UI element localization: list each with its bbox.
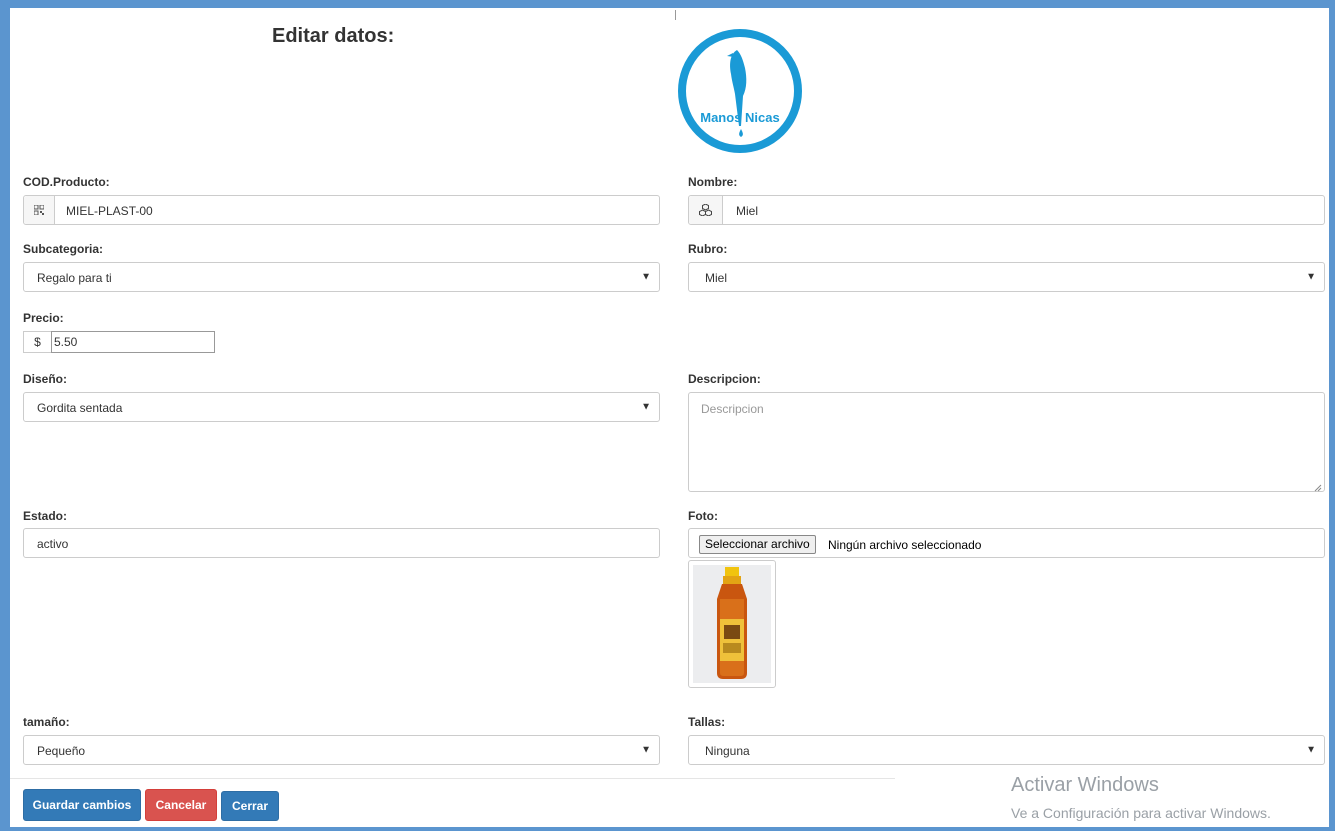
precio-label: Precio: — [23, 311, 64, 325]
precio-value: 5.50 — [54, 335, 78, 349]
cancel-button[interactable]: Cancelar — [145, 789, 217, 821]
chevron-down-icon: ▼ — [1306, 271, 1316, 283]
chevron-down-icon: ▼ — [641, 744, 651, 756]
descripcion-placeholder: Descripcion — [701, 402, 764, 416]
save-button[interactable]: Guardar cambios — [23, 789, 141, 821]
file-status: Ningún archivo seleccionado — [828, 538, 982, 552]
foto-label: Foto: — [688, 509, 718, 523]
divider-tick — [675, 10, 676, 20]
cod-label: COD.Producto: — [23, 175, 110, 189]
modal-title: Editar datos: — [272, 25, 395, 47]
tallas-value: Ninguna — [705, 744, 750, 758]
chevron-down-icon: ▼ — [1306, 744, 1316, 756]
nombre-label: Nombre: — [688, 175, 738, 189]
precio-input[interactable]: 5.50 — [51, 331, 215, 353]
nombre-value: Miel — [736, 204, 759, 218]
cod-input[interactable]: MIEL-PLAST-00 — [23, 195, 660, 225]
rubro-select[interactable]: Miel ▼ — [688, 262, 1325, 292]
estado-value: activo — [37, 537, 69, 551]
qrcode-icon — [24, 196, 55, 224]
tamano-value: Pequeño — [37, 744, 86, 758]
foto-file-input: Seleccionar archivo Ningún archivo selec… — [688, 528, 1325, 558]
chevron-down-icon: ▼ — [641, 401, 651, 413]
product-photo — [688, 560, 776, 688]
chevron-down-icon: ▼ — [641, 271, 651, 283]
diseno-value: Gordita sentada — [37, 401, 123, 415]
diseno-label: Diseño: — [23, 372, 68, 386]
diseno-select[interactable]: Gordita sentada ▼ — [23, 392, 660, 422]
subcategoria-select[interactable]: Regalo para ti ▼ — [23, 262, 660, 292]
logo-text: Manos Nicas — [700, 110, 780, 125]
cubes-icon — [689, 196, 723, 224]
tamano-label: tamaño: — [23, 715, 70, 729]
photo-background — [693, 565, 771, 683]
cod-value: MIEL-PLAST-00 — [66, 204, 153, 218]
activate-windows-subtitle: Ve a Configuración para activar Windows. — [1011, 805, 1271, 821]
footer-divider — [10, 778, 895, 779]
dollar-prefix: $ — [23, 331, 51, 353]
descripcion-textarea[interactable]: Descripcion — [688, 392, 1325, 492]
tamano-select[interactable]: Pequeño ▼ — [23, 735, 660, 765]
manos-nicas-logo: Manos Nicas — [677, 26, 803, 156]
tallas-select[interactable]: Ninguna ▼ — [688, 735, 1325, 765]
rubro-label: Rubro: — [688, 242, 728, 256]
select-file-button[interactable]: Seleccionar archivo — [699, 535, 816, 554]
precio-group: $ 5.50 — [23, 331, 215, 353]
subcategoria-value: Regalo para ti — [37, 271, 112, 285]
rubro-value: Miel — [705, 271, 728, 285]
estado-input[interactable]: activo — [23, 528, 660, 558]
descripcion-label: Descripcion: — [688, 372, 761, 386]
activate-windows-title: Activar Windows — [1011, 774, 1159, 796]
close-button[interactable]: Cerrar — [221, 791, 279, 821]
subcategoria-label: Subcategoria: — [23, 242, 104, 256]
resize-handle-icon[interactable] — [1314, 481, 1322, 492]
tallas-label: Tallas: — [688, 715, 726, 729]
nombre-input[interactable]: Miel — [688, 195, 1325, 225]
estado-label: Estado: — [23, 509, 68, 523]
